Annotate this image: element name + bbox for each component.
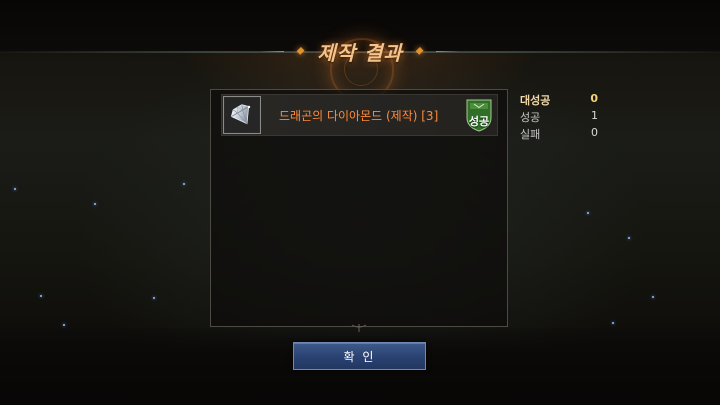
item-slot[interactable]: [223, 96, 261, 134]
success-status-label: 성공: [468, 115, 490, 128]
result-stats: 대성공 0 성공 1 실패 0: [520, 92, 604, 143]
stat-row-success: 성공 1: [520, 109, 604, 125]
title-diamond-right-icon: [415, 46, 424, 56]
result-list-panel[interactable]: 드래곤의 다이아몬드 (제작) [3] 성공: [210, 89, 508, 327]
particle: [14, 188, 16, 190]
confirm-button[interactable]: 확 인: [293, 342, 426, 370]
particle: [587, 212, 589, 214]
diamond-gem-icon: [225, 98, 259, 132]
stat-row-great-success: 대성공 0: [520, 92, 604, 108]
page-title: 제작 결과: [317, 40, 403, 65]
particle: [652, 296, 654, 298]
success-badge: 성공: [465, 98, 493, 132]
particle: [63, 324, 65, 326]
particle: [183, 183, 185, 185]
title-row: 제작 결과: [260, 34, 461, 68]
stat-row-failure: 실패 0: [520, 126, 604, 142]
title-line-right: [436, 50, 461, 52]
title-line-left: [260, 50, 284, 52]
stat-label: 성공: [520, 111, 541, 124]
crafting-result-screen: 제작 결과 드래곤의 다이아몬드 (제작) [3] 성공 대성공 0 성공 1 …: [0, 0, 720, 405]
stat-value: 0: [590, 92, 598, 105]
particle: [40, 295, 42, 297]
stat-label: 실패: [520, 128, 541, 141]
particle: [612, 322, 614, 324]
panel-ornament-icon: [351, 324, 367, 332]
particle: [94, 203, 96, 205]
item-name: 드래곤의 다이아몬드 (제작) [3]: [279, 109, 439, 123]
stat-label: 대성공: [520, 94, 551, 107]
title-diamond-left-icon: [296, 46, 305, 56]
particle: [628, 237, 630, 239]
result-row[interactable]: 드래곤의 다이아몬드 (제작) [3] 성공: [221, 94, 498, 136]
particle: [153, 297, 155, 299]
stat-value: 0: [591, 126, 598, 139]
stat-value: 1: [591, 109, 598, 122]
